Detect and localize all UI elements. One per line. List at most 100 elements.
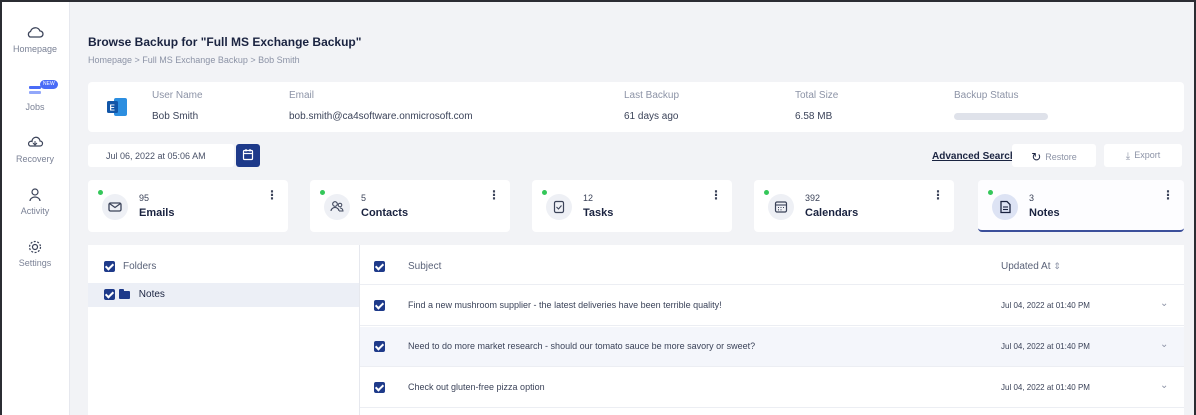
export-label: Export bbox=[1134, 150, 1161, 160]
stat-count: 3 bbox=[1029, 193, 1035, 203]
new-badge: NEW bbox=[40, 80, 58, 89]
last-backup-value: 61 days ago bbox=[624, 111, 679, 122]
row-checkbox[interactable] bbox=[374, 382, 385, 393]
exchange-logo-icon: E bbox=[107, 98, 127, 116]
advanced-search-link[interactable]: Advanced Search bbox=[932, 151, 1016, 162]
total-size-value: 6.58 MB bbox=[795, 111, 833, 122]
calendar-icon bbox=[242, 149, 254, 161]
sidebar-item-label: Homepage bbox=[12, 44, 58, 54]
gear-icon bbox=[28, 240, 42, 254]
folders-header-label: Folders bbox=[123, 261, 157, 272]
email-label: Email bbox=[289, 90, 315, 101]
page-title: Browse Backup for "Full MS Exchange Back… bbox=[88, 35, 362, 49]
stat-card-tasks[interactable]: 12 Tasks ⋮ bbox=[532, 180, 732, 232]
chevron-down-icon[interactable]: ⌄ bbox=[1160, 339, 1168, 350]
stat-card-contacts[interactable]: 5 Contacts ⋮ bbox=[310, 180, 510, 232]
restore-icon: ↻ bbox=[1031, 150, 1042, 164]
row-checkbox[interactable] bbox=[374, 300, 385, 311]
stat-card-notes[interactable]: 3 Notes ⋮ bbox=[978, 180, 1184, 232]
user-info-card: E User Name Bob Smith Email bob.smith@ca… bbox=[88, 82, 1184, 132]
recovery-icon bbox=[27, 136, 44, 147]
total-size-field: Total Size 6.58 MB bbox=[795, 90, 838, 122]
messages-select-all-checkbox[interactable] bbox=[374, 261, 385, 272]
breadcrumb[interactable]: Homepage > Full MS Exchange Backup > Bob… bbox=[88, 55, 300, 65]
stat-card-emails[interactable]: 95 Emails ⋮ bbox=[88, 180, 288, 232]
cloud-icon bbox=[27, 27, 44, 38]
user-name-label: User Name bbox=[152, 90, 203, 101]
restore-label: Restore bbox=[1045, 152, 1077, 162]
sidebar-item-label: Settings bbox=[18, 258, 52, 268]
notes-icon bbox=[992, 194, 1018, 220]
sidebar-item-settings[interactable]: Settings bbox=[2, 238, 68, 268]
stat-count: 12 bbox=[583, 193, 594, 203]
sidebar-item-jobs[interactable]: NEW Jobs bbox=[2, 80, 68, 112]
folder-icon bbox=[119, 288, 130, 299]
email-field: Email bob.smith@ca4software.onmicrosoft.… bbox=[289, 90, 473, 122]
backup-date-selector[interactable]: Jul 06, 2022 at 05:06 AM bbox=[88, 144, 234, 167]
total-size-label: Total Size bbox=[795, 90, 839, 101]
more-options-icon[interactable]: ⋮ bbox=[710, 188, 722, 202]
more-options-icon[interactable]: ⋮ bbox=[1162, 188, 1174, 202]
row-updated-at: Jul 04, 2022 at 01:40 PM bbox=[1001, 383, 1090, 392]
row-subject: Check out gluten-free pizza option bbox=[408, 382, 545, 392]
table-row[interactable]: Find a new mushroom supplier - the lates… bbox=[360, 286, 1184, 326]
folder-label: Notes bbox=[138, 289, 165, 300]
updated-at-column-header[interactable]: Updated At ⇕ bbox=[1001, 261, 1061, 272]
folders-select-all-checkbox[interactable] bbox=[104, 261, 115, 272]
stat-label: Notes bbox=[1029, 207, 1060, 219]
stat-count: 95 bbox=[139, 193, 150, 203]
calendar-button[interactable] bbox=[236, 144, 260, 167]
sidebar-item-label: Recovery bbox=[15, 154, 54, 164]
chevron-down-icon[interactable]: ⌄ bbox=[1160, 380, 1168, 391]
mail-icon bbox=[102, 194, 128, 220]
more-options-icon[interactable]: ⋮ bbox=[266, 188, 278, 202]
subject-column-header[interactable]: Subject bbox=[408, 261, 441, 272]
activity-icon bbox=[29, 188, 41, 202]
sort-icon[interactable]: ⇕ bbox=[1053, 261, 1061, 271]
more-options-icon[interactable]: ⋮ bbox=[488, 188, 500, 202]
user-name-value: Bob Smith bbox=[152, 111, 199, 122]
browse-table: Folders Notes Subject Updated At ⇕ Find … bbox=[88, 245, 1184, 415]
stat-count: 5 bbox=[361, 193, 367, 203]
stat-count: 392 bbox=[805, 193, 821, 203]
user-name-field: User Name Bob Smith bbox=[152, 90, 203, 122]
sidebar: Homepage NEW Jobs Recovery Activity Sett… bbox=[2, 2, 70, 415]
table-row[interactable]: Need to do more market research - should… bbox=[360, 327, 1184, 367]
folders-pane: Folders Notes bbox=[88, 245, 360, 415]
folder-item[interactable]: Notes bbox=[88, 283, 359, 307]
more-options-icon[interactable]: ⋮ bbox=[932, 188, 944, 202]
app-frame: Homepage NEW Jobs Recovery Activity Sett… bbox=[0, 0, 1196, 415]
svg-text:E: E bbox=[110, 104, 116, 113]
email-value: bob.smith@ca4software.onmicrosoft.com bbox=[289, 111, 473, 122]
row-checkbox[interactable] bbox=[374, 341, 385, 352]
last-backup-label: Last Backup bbox=[624, 90, 680, 101]
contacts-icon bbox=[324, 194, 350, 220]
calendar-icon bbox=[768, 194, 794, 220]
backup-status-label: Backup Status bbox=[954, 90, 1019, 101]
export-icon: ⤓ bbox=[1125, 151, 1131, 162]
row-subject: Find a new mushroom supplier - the lates… bbox=[408, 300, 722, 310]
table-row[interactable]: Check out gluten-free pizza option Jul 0… bbox=[360, 368, 1184, 408]
stat-label: Emails bbox=[139, 207, 175, 219]
backup-status-bar bbox=[954, 113, 1048, 120]
row-updated-at: Jul 04, 2022 at 01:40 PM bbox=[1001, 301, 1090, 310]
restore-button[interactable]: ↻ Restore bbox=[1012, 144, 1096, 167]
stat-label: Tasks bbox=[583, 207, 614, 219]
stat-card-calendars[interactable]: 392 Calendars ⋮ bbox=[754, 180, 954, 232]
messages-header: Subject Updated At ⇕ bbox=[360, 245, 1184, 285]
row-subject: Need to do more market research - should… bbox=[408, 341, 756, 351]
tasks-icon bbox=[546, 194, 572, 220]
chevron-down-icon[interactable]: ⌄ bbox=[1160, 298, 1168, 309]
folder-checkbox[interactable] bbox=[104, 289, 115, 300]
sidebar-item-recovery[interactable]: Recovery bbox=[2, 134, 68, 164]
main-content: Browse Backup for "Full MS Exchange Back… bbox=[70, 2, 1194, 415]
sidebar-item-activity[interactable]: Activity bbox=[2, 186, 68, 216]
row-updated-at: Jul 04, 2022 at 01:40 PM bbox=[1001, 342, 1090, 351]
backup-status-field: Backup Status bbox=[954, 90, 1048, 120]
export-button[interactable]: ⤓ Export bbox=[1104, 144, 1182, 167]
last-backup-field: Last Backup 61 days ago bbox=[624, 90, 679, 122]
sidebar-item-homepage[interactable]: Homepage bbox=[2, 24, 68, 54]
stat-label: Contacts bbox=[361, 207, 409, 219]
sidebar-item-label: Activity bbox=[20, 206, 50, 216]
stat-label: Calendars bbox=[805, 207, 859, 219]
